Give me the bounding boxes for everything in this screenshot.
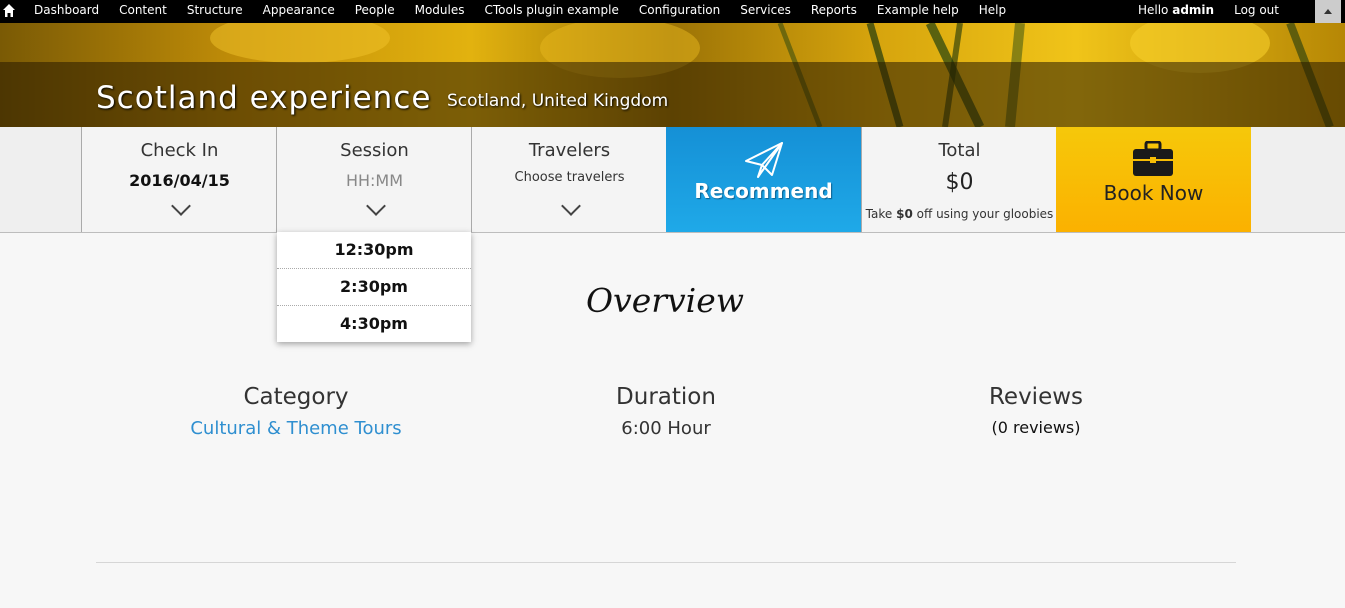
menu-help[interactable]: Help bbox=[969, 0, 1016, 23]
session-option[interactable]: 4:30pm bbox=[277, 306, 471, 342]
travelers-label: Travelers bbox=[528, 140, 611, 161]
gloobies-note: Take $0 off using your gloobies bbox=[862, 207, 1057, 221]
session-time-input[interactable]: HH:MM bbox=[277, 171, 472, 190]
section-divider bbox=[96, 562, 1236, 563]
session-label: Session bbox=[340, 140, 409, 161]
location-text: Scotland, United Kingdom bbox=[447, 91, 669, 111]
menu-ctools-plugin-example[interactable]: CTools plugin example bbox=[475, 0, 629, 23]
chevron-down-icon[interactable] bbox=[365, 196, 386, 216]
checkin-selector[interactable]: Check In 2016/04/15 bbox=[81, 127, 277, 232]
briefcase-icon bbox=[1133, 141, 1173, 176]
booking-bar: Check In 2016/04/15 Session HH:MM Travel… bbox=[0, 127, 1345, 233]
total-panel: Total $0 Take $0 off using your gloobies bbox=[861, 127, 1057, 232]
duration-value: 6:00 Hour bbox=[621, 418, 711, 439]
menu-people[interactable]: People bbox=[345, 0, 405, 23]
session-option[interactable]: 12:30pm bbox=[277, 232, 471, 269]
home-icon[interactable] bbox=[3, 4, 15, 17]
menu-modules[interactable]: Modules bbox=[405, 0, 475, 23]
book-now-button[interactable]: Book Now bbox=[1056, 127, 1251, 232]
admin-toolbar: Dashboard Content Structure Appearance P… bbox=[0, 0, 1345, 23]
travelers-hint: Choose travelers bbox=[514, 170, 625, 185]
recommend-button[interactable]: Recommend bbox=[666, 127, 861, 232]
note-prefix: Take bbox=[865, 207, 893, 221]
page-title: Scotland experience bbox=[96, 80, 432, 116]
username[interactable]: admin bbox=[1172, 3, 1214, 17]
category-link[interactable]: Cultural & Theme Tours bbox=[146, 418, 446, 439]
category-block: Category Cultural & Theme Tours bbox=[146, 384, 446, 439]
reviews-count[interactable]: (0 reviews) bbox=[886, 418, 1186, 437]
menu-content[interactable]: Content bbox=[109, 0, 177, 23]
user-greeting: Hello admin bbox=[1128, 0, 1224, 23]
recommend-label: Recommend bbox=[694, 179, 833, 203]
menu-appearance[interactable]: Appearance bbox=[253, 0, 345, 23]
session-selector[interactable]: Session HH:MM bbox=[276, 127, 472, 232]
category-label: Category bbox=[243, 384, 349, 410]
hero-banner: Scotland experience Scotland, United Kin… bbox=[0, 23, 1345, 127]
session-dropdown-menu: 12:30pm 2:30pm 4:30pm bbox=[277, 232, 471, 342]
total-label: Total bbox=[938, 140, 981, 161]
chevron-down-icon[interactable] bbox=[170, 196, 191, 216]
overview-heading: Overview bbox=[586, 281, 744, 320]
reviews-block: Reviews (0 reviews) bbox=[886, 384, 1186, 437]
travelers-selector[interactable]: Travelers Choose travelers bbox=[471, 127, 667, 232]
reviews-label: Reviews bbox=[988, 384, 1084, 410]
session-option[interactable]: 2:30pm bbox=[277, 269, 471, 306]
checkin-date: 2016/04/15 bbox=[129, 171, 230, 190]
menu-services[interactable]: Services bbox=[730, 0, 801, 23]
menu-example-help[interactable]: Example help bbox=[867, 0, 969, 23]
duration-label: Duration bbox=[616, 384, 716, 410]
book-now-label: Book Now bbox=[1103, 181, 1204, 205]
admin-menu: Dashboard Content Structure Appearance P… bbox=[24, 0, 1016, 23]
note-amount: $0 bbox=[896, 207, 913, 221]
paper-plane-icon bbox=[745, 142, 783, 178]
duration-block: Duration 6:00 Hour bbox=[516, 384, 816, 439]
user-area: Hello admin Log out bbox=[1128, 0, 1289, 23]
total-amount: $0 bbox=[945, 170, 974, 195]
menu-reports[interactable]: Reports bbox=[801, 0, 867, 23]
note-suffix: off using your gloobies bbox=[916, 207, 1054, 221]
menu-structure[interactable]: Structure bbox=[177, 0, 253, 23]
chevron-down-icon[interactable] bbox=[560, 196, 581, 216]
toolbar-toggle-button[interactable] bbox=[1315, 0, 1341, 23]
menu-configuration[interactable]: Configuration bbox=[629, 0, 730, 23]
menu-dashboard[interactable]: Dashboard bbox=[24, 0, 109, 23]
logout-link[interactable]: Log out bbox=[1224, 0, 1289, 23]
checkin-label: Check In bbox=[140, 140, 219, 161]
greeting-text: Hello bbox=[1137, 3, 1169, 17]
